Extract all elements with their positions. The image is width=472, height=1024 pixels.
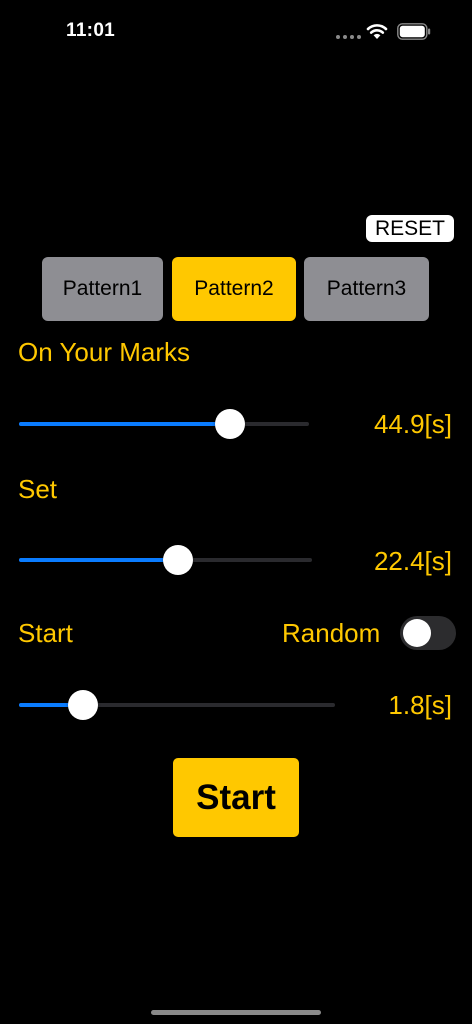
- random-label: Random: [282, 618, 381, 648]
- on-your-marks-slider-fill: [19, 422, 230, 426]
- set-value: 22.4[s]: [373, 546, 452, 576]
- start-slider-thumb[interactable]: [68, 690, 99, 720]
- status-time: 11:01: [66, 20, 116, 41]
- start-label: Start: [18, 618, 73, 648]
- start-value: 1.8[s]: [388, 690, 452, 720]
- random-toggle-knob: [403, 619, 431, 647]
- wifi-icon: [366, 24, 388, 39]
- pattern3-button[interactable]: Pattern3: [304, 257, 429, 321]
- on-your-marks-slider-thumb[interactable]: [214, 409, 245, 439]
- on-your-marks-slider[interactable]: [19, 409, 309, 439]
- pattern1-button[interactable]: Pattern1: [42, 257, 163, 321]
- set-label: Set: [18, 474, 58, 504]
- on-your-marks-value: 44.9[s]: [373, 409, 452, 439]
- set-slider-thumb[interactable]: [163, 545, 194, 575]
- start-button[interactable]: Start: [173, 758, 299, 837]
- reset-button[interactable]: RESET: [366, 215, 454, 242]
- set-slider-fill: [19, 558, 179, 562]
- home-indicator: [151, 1010, 321, 1015]
- start-slider[interactable]: [19, 690, 335, 720]
- set-slider[interactable]: [19, 545, 312, 575]
- pattern2-button[interactable]: Pattern2: [172, 257, 296, 321]
- on-your-marks-label: On Your Marks: [18, 337, 190, 367]
- random-toggle[interactable]: [400, 616, 456, 650]
- signal-dots-icon: [336, 35, 361, 39]
- battery-icon: [397, 23, 431, 40]
